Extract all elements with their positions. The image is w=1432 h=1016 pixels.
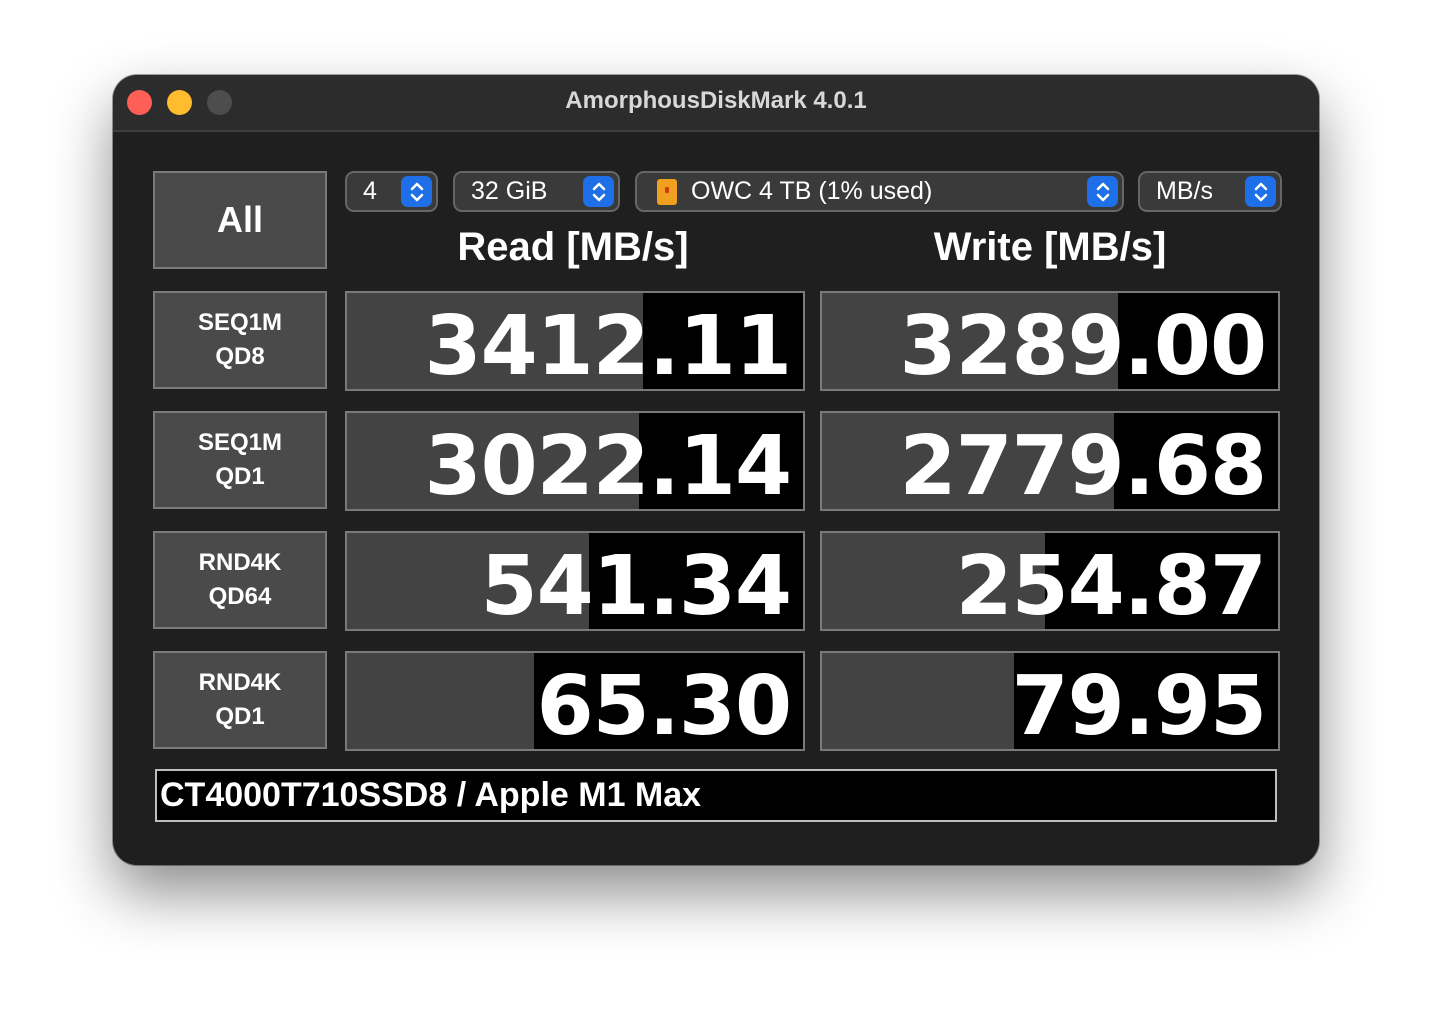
test-name: RND4K bbox=[198, 669, 282, 696]
test-button-seq1m-qd8[interactable]: SEQ1M QD8 bbox=[153, 291, 327, 389]
read-result-rnd4k-qd1: 65.30 bbox=[345, 651, 805, 751]
test-button-rnd4k-qd64[interactable]: RND4K QD64 bbox=[153, 531, 327, 629]
test-count-popup[interactable]: 4 bbox=[345, 171, 438, 212]
write-result-fill bbox=[822, 653, 1014, 749]
chevron-updown-icon bbox=[401, 176, 432, 207]
test-size-popup[interactable]: 32 GiB bbox=[453, 171, 620, 212]
drive-value: OWC 4 TB (1% used) bbox=[691, 177, 933, 205]
write-result-value: 79.95 bbox=[1011, 659, 1267, 751]
test-queue-depth: QD8 bbox=[215, 343, 265, 370]
test-button-seq1m-qd1[interactable]: SEQ1M QD1 bbox=[153, 411, 327, 509]
test-queue-depth: QD1 bbox=[215, 703, 265, 730]
test-queue-depth: QD64 bbox=[208, 583, 272, 610]
read-result-seq1m-qd1: 3022.14 bbox=[345, 411, 805, 511]
title-bar: AmorphousDiskMark 4.0.1 bbox=[113, 75, 1319, 132]
write-result-value: 3289.00 bbox=[899, 299, 1267, 391]
write-result-seq1m-qd8: 3289.00 bbox=[820, 291, 1280, 391]
comment-field[interactable]: CT4000T710SSD8 / Apple M1 Max bbox=[155, 769, 1277, 822]
write-result-rnd4k-qd1: 79.95 bbox=[820, 651, 1280, 751]
chevron-updown-icon bbox=[1087, 176, 1118, 207]
all-button[interactable]: All bbox=[153, 171, 327, 269]
write-result-value: 254.87 bbox=[955, 539, 1267, 631]
read-result-rnd4k-qd64: 541.34 bbox=[345, 531, 805, 631]
read-result-value: 541.34 bbox=[480, 539, 792, 631]
read-result-value: 3022.14 bbox=[424, 419, 792, 511]
test-count-value: 4 bbox=[363, 177, 377, 205]
test-name: RND4K bbox=[198, 549, 282, 576]
test-queue-depth: QD1 bbox=[215, 463, 265, 490]
read-result-value: 3412.11 bbox=[424, 299, 792, 391]
read-result-seq1m-qd8: 3412.11 bbox=[345, 291, 805, 391]
window-title: AmorphousDiskMark 4.0.1 bbox=[565, 87, 867, 114]
unit-popup[interactable]: MB/s bbox=[1138, 171, 1282, 212]
test-button-rnd4k-qd1[interactable]: RND4K QD1 bbox=[153, 651, 327, 749]
read-result-value: 65.30 bbox=[536, 659, 792, 751]
app-window: AmorphousDiskMark 4.0.1 All 4 32 GiB OWC… bbox=[113, 75, 1319, 865]
test-name: SEQ1M bbox=[197, 309, 283, 336]
write-result-rnd4k-qd64: 254.87 bbox=[820, 531, 1280, 631]
test-name: SEQ1M bbox=[197, 429, 283, 456]
read-result-fill bbox=[347, 653, 534, 749]
test-size-value: 32 GiB bbox=[471, 177, 548, 205]
write-result-value: 2779.68 bbox=[899, 419, 1267, 511]
write-column-header: Write [MB/s] bbox=[933, 225, 1167, 269]
chevron-updown-icon bbox=[583, 176, 614, 207]
external-drive-icon bbox=[657, 178, 677, 205]
unit-value: MB/s bbox=[1156, 177, 1213, 205]
write-result-seq1m-qd1: 2779.68 bbox=[820, 411, 1280, 511]
drive-popup[interactable]: OWC 4 TB (1% used) bbox=[635, 171, 1124, 212]
read-column-header: Read [MB/s] bbox=[457, 225, 689, 269]
chevron-updown-icon bbox=[1245, 176, 1276, 207]
